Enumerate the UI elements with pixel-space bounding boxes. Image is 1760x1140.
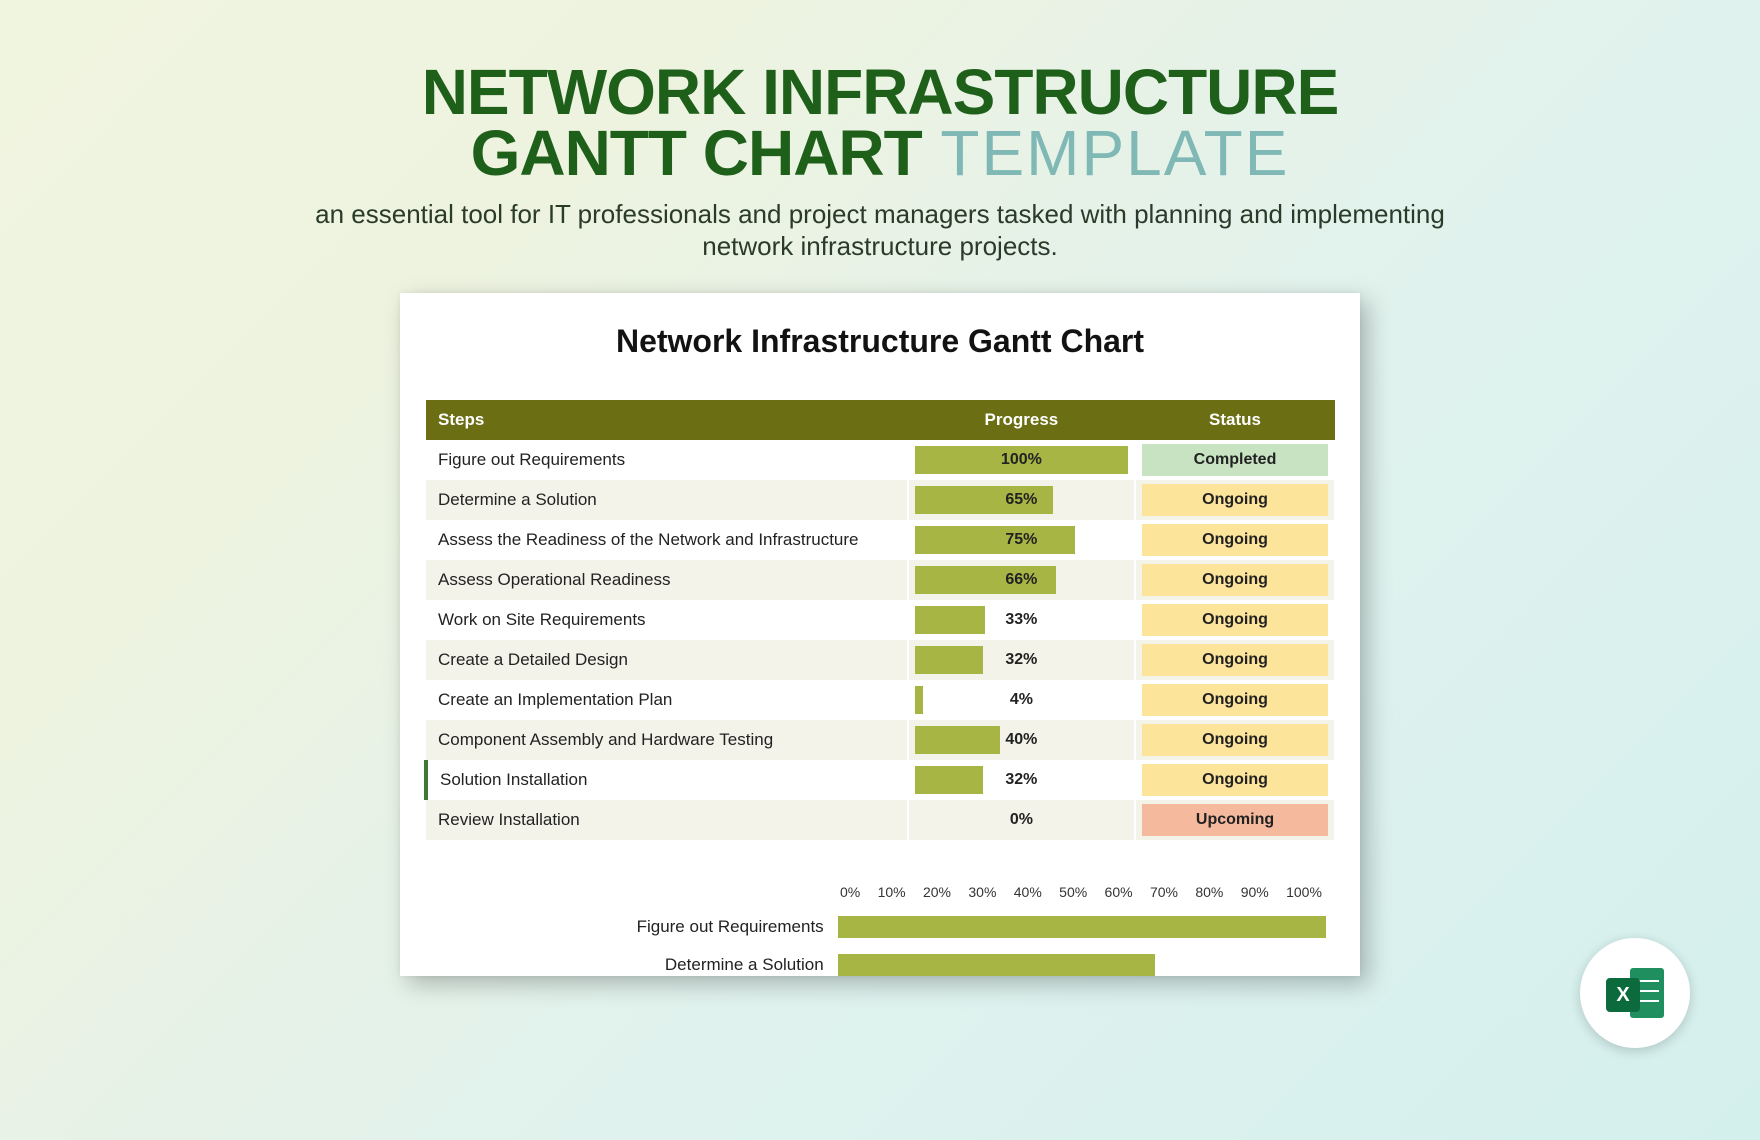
status-badge: Ongoing xyxy=(1142,524,1328,556)
progress-cell: 100% xyxy=(908,440,1135,480)
sheet-title: Network Infrastructure Gantt Chart xyxy=(424,311,1336,400)
step-cell: Assess Operational Readiness xyxy=(426,560,908,600)
axis-tick: 100% xyxy=(1286,884,1322,900)
hchart-bar xyxy=(838,916,1326,938)
axis-tick: 0% xyxy=(840,884,860,900)
table-row: Create an Implementation Plan4% Ongoing xyxy=(426,680,1335,720)
status-badge: Ongoing xyxy=(1142,724,1328,756)
table-row: Determine a Solution65% Ongoing xyxy=(426,480,1335,520)
progress-label: 0% xyxy=(915,806,1128,834)
status-badge: Ongoing xyxy=(1142,564,1328,596)
progress-label: 4% xyxy=(915,686,1128,714)
step-cell: Assess the Readiness of the Network and … xyxy=(426,520,908,560)
progress-label: 75% xyxy=(915,526,1128,554)
subtitle: an essential tool for IT professionals a… xyxy=(300,198,1460,263)
progress-table: Steps Progress Status Figure out Require… xyxy=(424,400,1336,840)
hchart-axis: 0% 10% 20% 30% 40% 50% 60% 70% 80% 90% 100% xyxy=(434,884,1326,900)
excel-badge: X xyxy=(1580,938,1690,1048)
status-cell: Ongoing xyxy=(1135,680,1335,720)
hchart-row: Figure out Requirements xyxy=(434,916,1326,938)
col-steps: Steps xyxy=(426,400,908,440)
progress-cell: 32% xyxy=(908,640,1135,680)
progress-label: 40% xyxy=(915,726,1128,754)
title-line2a: GANTT CHART xyxy=(471,117,922,189)
table-row: Work on Site Requirements33% Ongoing xyxy=(426,600,1335,640)
hchart-label: Determine a Solution xyxy=(434,955,838,975)
step-cell: Create an Implementation Plan xyxy=(426,680,908,720)
progress-label: 32% xyxy=(915,766,1128,794)
table-row: Component Assembly and Hardware Testing4… xyxy=(426,720,1335,760)
progress-cell: 0% xyxy=(908,800,1135,840)
axis-tick: 40% xyxy=(1014,884,1042,900)
hchart-row: Determine a Solution xyxy=(434,954,1326,976)
progress-label: 65% xyxy=(915,486,1128,514)
table-row: Create a Detailed Design32% Ongoing xyxy=(426,640,1335,680)
status-badge: Ongoing xyxy=(1142,684,1328,716)
status-cell: Ongoing xyxy=(1135,760,1335,800)
title-line1: NETWORK INFRASTRUCTURE xyxy=(422,62,1339,123)
progress-cell: 33% xyxy=(908,600,1135,640)
title-line2b: TEMPLATE xyxy=(922,117,1290,189)
col-status: Status xyxy=(1135,400,1335,440)
horizontal-bar-chart: 0% 10% 20% 30% 40% 50% 60% 70% 80% 90% 100% Figure… xyxy=(424,884,1336,976)
table-row: Solution Installation32% Ongoing xyxy=(426,760,1335,800)
status-cell: Ongoing xyxy=(1135,560,1335,600)
axis-tick: 80% xyxy=(1195,884,1223,900)
axis-tick: 30% xyxy=(968,884,996,900)
step-cell: Component Assembly and Hardware Testing xyxy=(426,720,908,760)
status-cell: Ongoing xyxy=(1135,520,1335,560)
status-badge: Completed xyxy=(1142,444,1328,476)
progress-label: 32% xyxy=(915,646,1128,674)
table-row: Figure out Requirements100% Completed xyxy=(426,440,1335,480)
progress-cell: 66% xyxy=(908,560,1135,600)
status-badge: Ongoing xyxy=(1142,764,1328,796)
status-badge: Ongoing xyxy=(1142,484,1328,516)
title-line2: GANTT CHART TEMPLATE xyxy=(422,123,1339,184)
excel-letter: X xyxy=(1606,978,1640,1012)
axis-tick: 50% xyxy=(1059,884,1087,900)
step-cell: Create a Detailed Design xyxy=(426,640,908,680)
page-title: NETWORK INFRASTRUCTURE GANTT CHART TEMPL… xyxy=(422,62,1339,184)
hchart-label: Figure out Requirements xyxy=(434,917,838,937)
progress-label: 100% xyxy=(915,446,1128,474)
status-cell: Completed xyxy=(1135,440,1335,480)
progress-cell: 32% xyxy=(908,760,1135,800)
status-cell: Ongoing xyxy=(1135,600,1335,640)
table-row: Assess the Readiness of the Network and … xyxy=(426,520,1335,560)
excel-icon: X xyxy=(1606,964,1664,1022)
progress-cell: 65% xyxy=(908,480,1135,520)
step-cell: Review Installation xyxy=(426,800,908,840)
progress-cell: 4% xyxy=(908,680,1135,720)
status-cell: Ongoing xyxy=(1135,720,1335,760)
progress-label: 33% xyxy=(915,606,1128,634)
step-cell: Determine a Solution xyxy=(426,480,908,520)
axis-tick: 60% xyxy=(1105,884,1133,900)
step-cell: Solution Installation xyxy=(426,760,908,800)
axis-tick: 10% xyxy=(878,884,906,900)
status-badge: Upcoming xyxy=(1142,804,1328,836)
status-badge: Ongoing xyxy=(1142,644,1328,676)
col-progress: Progress xyxy=(908,400,1135,440)
step-cell: Figure out Requirements xyxy=(426,440,908,480)
table-row: Review Installation0% Upcoming xyxy=(426,800,1335,840)
progress-label: 66% xyxy=(915,566,1128,594)
status-cell: Ongoing xyxy=(1135,480,1335,520)
hchart-bar xyxy=(838,954,1155,976)
progress-cell: 75% xyxy=(908,520,1135,560)
axis-tick: 70% xyxy=(1150,884,1178,900)
step-cell: Work on Site Requirements xyxy=(426,600,908,640)
status-cell: Upcoming xyxy=(1135,800,1335,840)
table-row: Assess Operational Readiness66% Ongoing xyxy=(426,560,1335,600)
axis-tick: 20% xyxy=(923,884,951,900)
progress-cell: 40% xyxy=(908,720,1135,760)
axis-tick: 90% xyxy=(1241,884,1269,900)
status-badge: Ongoing xyxy=(1142,604,1328,636)
status-cell: Ongoing xyxy=(1135,640,1335,680)
spreadsheet-card: Network Infrastructure Gantt Chart Steps… xyxy=(400,293,1360,976)
